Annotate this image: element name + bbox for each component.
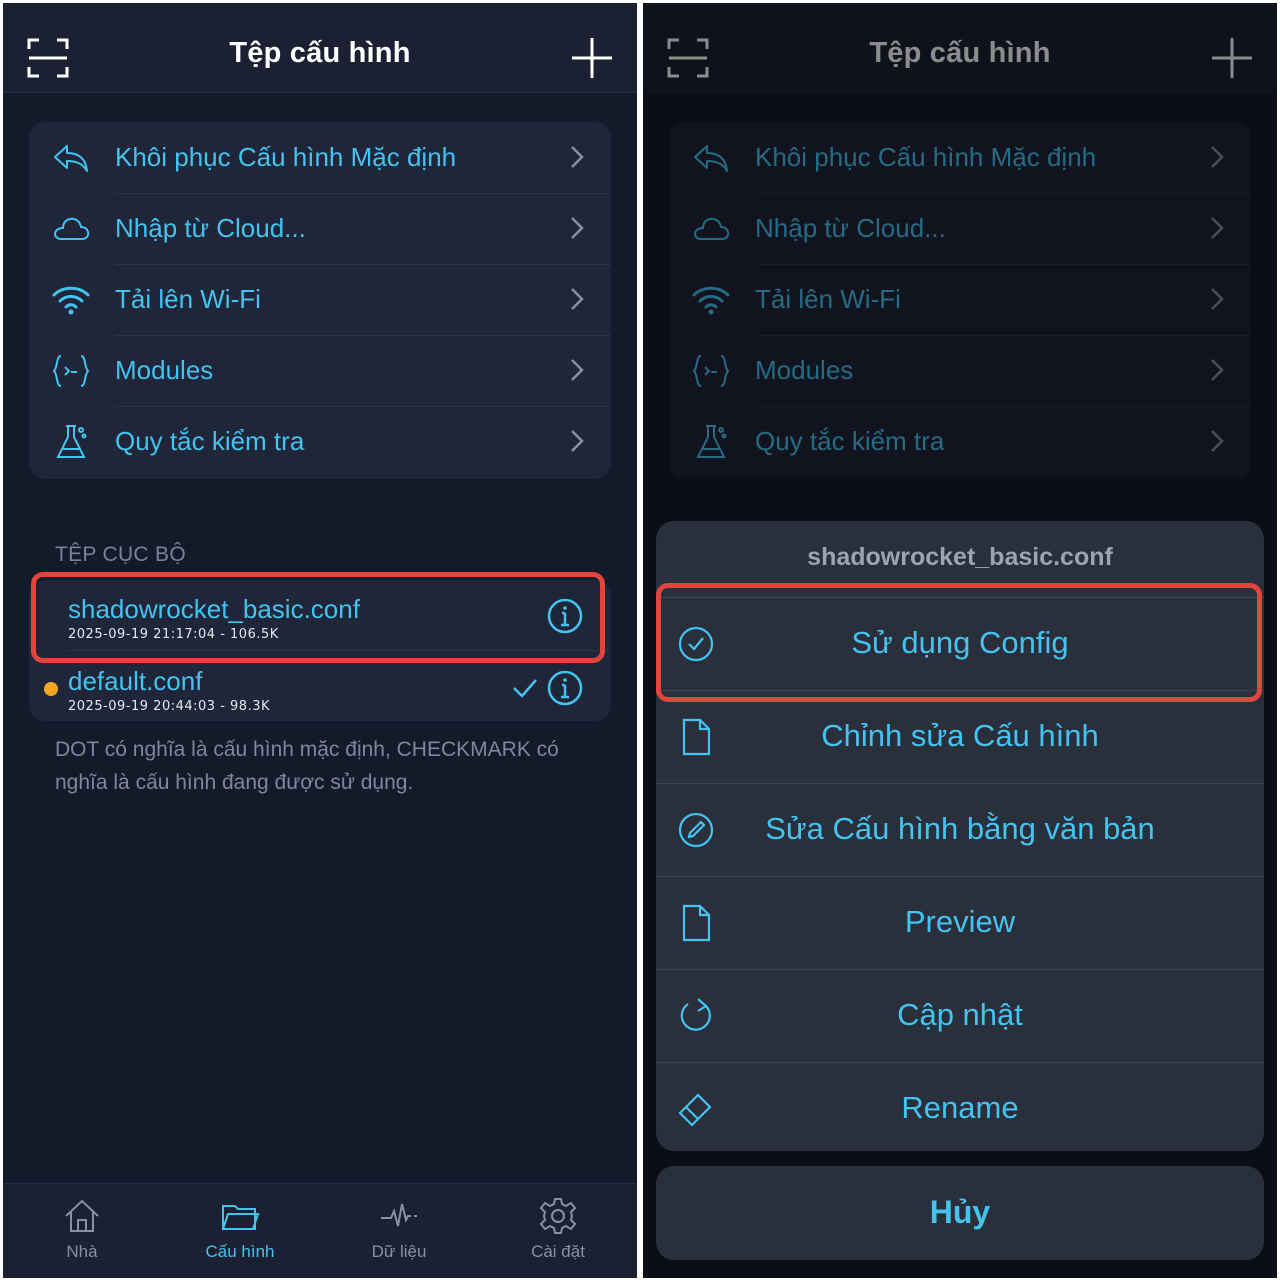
action-label: Chỉnh sửa Cấu hình	[821, 718, 1099, 753]
menu-item-import-cloud[interactable]: Nhập từ Cloud...	[29, 193, 611, 264]
menu-item-wifi-upload[interactable]: Tải lên Wi-Fi	[29, 264, 611, 335]
highlight-box	[656, 583, 1262, 702]
checkmark-icon	[513, 679, 537, 698]
update-button[interactable]: Cập nhật	[656, 969, 1264, 1062]
action-sheet-title: shadowrocket_basic.conf	[807, 543, 1113, 571]
pulse-icon	[381, 1203, 417, 1227]
cancel-label: Hủy	[929, 1194, 991, 1230]
nav-bar: Tệp cấu hình	[3, 3, 637, 93]
tab-label: Nhà	[66, 1242, 98, 1261]
home-icon	[65, 1199, 99, 1232]
rename-button[interactable]: Rename	[656, 1062, 1264, 1151]
cancel-button[interactable]: Hủy	[656, 1166, 1264, 1260]
edit-config-button[interactable]: Chỉnh sửa Cấu hình	[656, 690, 1264, 783]
section-header-local-files: TỆP CỤC BỘ	[55, 543, 186, 566]
menu-item-label: Modules	[115, 355, 214, 385]
chevron-right-icon	[571, 288, 584, 310]
menu-item-label: Khôi phục Cấu hình Mặc định	[115, 142, 457, 172]
add-icon[interactable]	[569, 35, 615, 81]
file-meta: 2025-09-19 20:44:03 - 98.3K	[68, 699, 270, 714]
tab-label: Cấu hình	[205, 1242, 275, 1261]
chevron-right-icon	[571, 217, 584, 239]
tab-bar: Nhà Cấu hình Dữ liệu Cài đặt	[3, 1183, 637, 1278]
code-braces-icon	[51, 351, 91, 391]
wifi-icon	[51, 280, 91, 320]
chevron-right-icon	[571, 146, 584, 168]
gear-icon	[539, 1198, 577, 1234]
page-title: Tệp cấu hình	[229, 37, 411, 69]
tab-config[interactable]: Cấu hình	[161, 1184, 319, 1278]
menu-item-label: Quy tắc kiểm tra	[115, 426, 305, 456]
config-screen-with-action-sheet: Tệp cấu hình Khôi phục Cấu hình Mặc định…	[643, 3, 1277, 1278]
menu-item-test-rules[interactable]: Quy tắc kiểm tra	[29, 406, 611, 477]
default-dot-icon	[44, 682, 58, 696]
chevron-right-icon	[571, 430, 584, 452]
menu-item-modules[interactable]: Modules	[29, 335, 611, 406]
action-label: Rename	[901, 1090, 1019, 1125]
folder-icon	[222, 1205, 260, 1230]
tab-data[interactable]: Dữ liệu	[320, 1184, 478, 1278]
menu-item-label: Nhập từ Cloud...	[115, 213, 306, 243]
preview-button[interactable]: Preview	[656, 876, 1264, 969]
config-screen: Tệp cấu hình Khôi phục Cấu hình Mặc định…	[3, 3, 637, 1278]
tab-label: Dữ liệu	[371, 1242, 427, 1261]
info-icon[interactable]	[546, 669, 584, 707]
file-name: default.conf	[68, 666, 203, 696]
flask-icon	[51, 422, 91, 462]
action-label: Cập nhật	[897, 997, 1023, 1032]
footnote: DOT có nghĩa là cấu hình mặc định, CHECK…	[55, 738, 559, 794]
menu-item-restore-default[interactable]: Khôi phục Cấu hình Mặc định	[29, 122, 611, 193]
reply-icon	[51, 138, 91, 178]
menu-item-label: Tải lên Wi-Fi	[115, 284, 261, 314]
tab-settings[interactable]: Cài đặt	[479, 1184, 637, 1278]
config-menu: Khôi phục Cấu hình Mặc định Nhập từ Clou…	[29, 122, 611, 479]
highlight-box	[31, 572, 605, 663]
edit-config-text-button[interactable]: Sửa Cấu hình bằng văn bản	[656, 783, 1264, 876]
action-label: Sửa Cấu hình bằng văn bản	[765, 811, 1155, 846]
cloud-icon	[51, 209, 91, 249]
tab-label: Cài đặt	[531, 1242, 585, 1261]
chevron-right-icon	[571, 359, 584, 381]
tab-home[interactable]: Nhà	[3, 1184, 161, 1278]
action-label: Preview	[904, 904, 1016, 939]
